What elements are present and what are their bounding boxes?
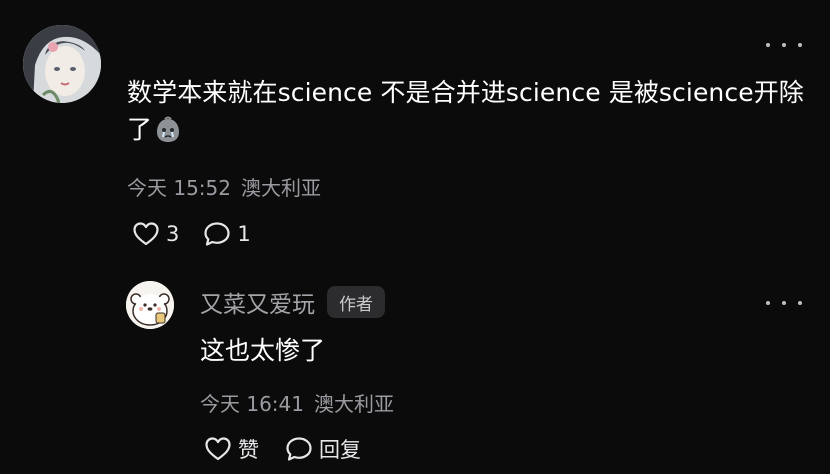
like-count: 3 <box>166 222 180 246</box>
comment-body: 数学本来就在science 不是合并进science 是被science开除了 <box>127 78 804 144</box>
replier-avatar[interactable] <box>126 281 174 329</box>
reply-meta: 今天 16:41 澳大利亚 <box>200 388 394 417</box>
like-button[interactable]: 3 <box>132 221 179 247</box>
heart-outline-icon <box>133 222 159 246</box>
reply-count: 1 <box>237 222 251 246</box>
reply-time: 今天 16:41 <box>200 392 304 416</box>
reply-button[interactable]: 1 <box>203 221 251 247</box>
reply-username[interactable]: 又菜又爱玩 <box>200 285 315 319</box>
more-options-icon[interactable] <box>766 36 802 54</box>
reply-like-button[interactable]: 赞 <box>204 434 259 464</box>
speech-bubble-icon <box>286 437 312 461</box>
comment-time: 今天 15:52 <box>127 176 231 200</box>
comment-location: 澳大利亚 <box>241 176 321 200</box>
commenter-avatar[interactable] <box>23 25 101 103</box>
comment-actions: 3 1 <box>132 220 275 248</box>
reply-like-label: 赞 <box>238 438 259 462</box>
speech-bubble-icon <box>204 222 230 246</box>
comment-text: 数学本来就在science 不是合并进science 是被science开除了 <box>127 74 817 148</box>
reply-actions: 赞 回复 <box>204 434 387 464</box>
heart-outline-icon <box>205 437 231 461</box>
reply-more-options-icon[interactable] <box>766 294 802 312</box>
author-badge: 作者 <box>327 286 385 318</box>
crying-face-icon <box>154 116 182 144</box>
reply-location: 澳大利亚 <box>314 392 394 416</box>
reply-reply-label: 回复 <box>319 438 361 462</box>
reply-author: 又菜又爱玩 作者 <box>200 285 385 319</box>
comment-meta: 今天 15:52 澳大利亚 <box>127 172 321 201</box>
reply-reply-button[interactable]: 回复 <box>285 434 361 464</box>
reply-body: 这也太惨了 <box>200 336 326 365</box>
